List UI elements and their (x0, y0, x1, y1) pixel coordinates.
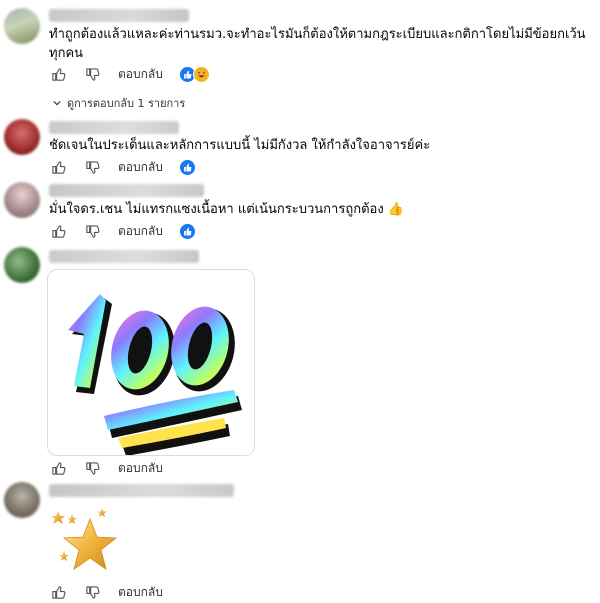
like-reaction-icon (178, 222, 196, 240)
laughing-reaction-icon (192, 65, 210, 83)
dislike-thumb-icon[interactable] (84, 66, 100, 82)
author-name-blurred[interactable] (49, 484, 234, 497)
dislike-thumb-icon[interactable] (84, 223, 100, 239)
comment-actions: ตอบกลับ (50, 458, 179, 478)
stars-sticker[interactable] (50, 505, 120, 577)
comment-text: ทำถูกต้องแล้วแหละค่ะท่านรมว.จะทำอะไรมันก… (49, 27, 586, 61)
sticker-100[interactable] (47, 269, 255, 456)
author-name-blurred[interactable] (49, 250, 199, 263)
reaction-summary[interactable] (178, 65, 210, 83)
avatar[interactable] (4, 182, 40, 218)
author-name-blurred[interactable] (49, 121, 179, 134)
reaction-summary[interactable] (178, 222, 196, 240)
comment-actions: ตอบกลับ (50, 582, 179, 602)
like-thumb-icon[interactable] (50, 584, 66, 600)
like-thumb-icon[interactable] (50, 460, 66, 476)
author-name-blurred[interactable] (49, 184, 204, 197)
view-replies-link[interactable]: ดูการตอบกลับ 1 รายการ (53, 94, 185, 112)
avatar[interactable] (4, 8, 40, 44)
comment-text: ชัดเจนในประเด็นและหลักการแบบนี้ ไม่มีกัง… (49, 138, 431, 153)
chevron-down-icon (53, 97, 61, 110)
like-reaction-icon (178, 158, 196, 176)
reply-button[interactable]: ตอบกลับ (118, 65, 163, 84)
reply-button[interactable]: ตอบกลับ (118, 583, 163, 602)
like-thumb-icon[interactable] (50, 159, 66, 175)
comment-text: มั่นใจดร.เชน ไม่แทรกแซงเนื้อหา แต่เน้นกร… (49, 202, 404, 217)
dislike-thumb-icon[interactable] (84, 460, 100, 476)
author-name-blurred[interactable] (49, 9, 189, 22)
reply-button[interactable]: ตอบกลับ (118, 158, 163, 177)
comment-actions: ตอบกลับ (50, 157, 196, 177)
sparkling-stars-icon (51, 508, 118, 570)
avatar[interactable] (4, 482, 40, 518)
comment-actions: ตอบกลับ (50, 64, 210, 84)
like-thumb-icon[interactable] (50, 223, 66, 239)
dislike-thumb-icon[interactable] (84, 584, 100, 600)
hundred-points-sticker-icon (68, 294, 242, 455)
like-thumb-icon[interactable] (50, 66, 66, 82)
comment-actions: ตอบกลับ (50, 221, 196, 241)
reply-button[interactable]: ตอบกลับ (118, 459, 163, 478)
avatar[interactable] (4, 119, 40, 155)
reaction-summary[interactable] (178, 158, 196, 176)
reply-button[interactable]: ตอบกลับ (118, 222, 163, 241)
avatar[interactable] (4, 247, 40, 283)
view-replies-label: ดูการตอบกลับ 1 รายการ (67, 97, 186, 110)
dislike-thumb-icon[interactable] (84, 159, 100, 175)
